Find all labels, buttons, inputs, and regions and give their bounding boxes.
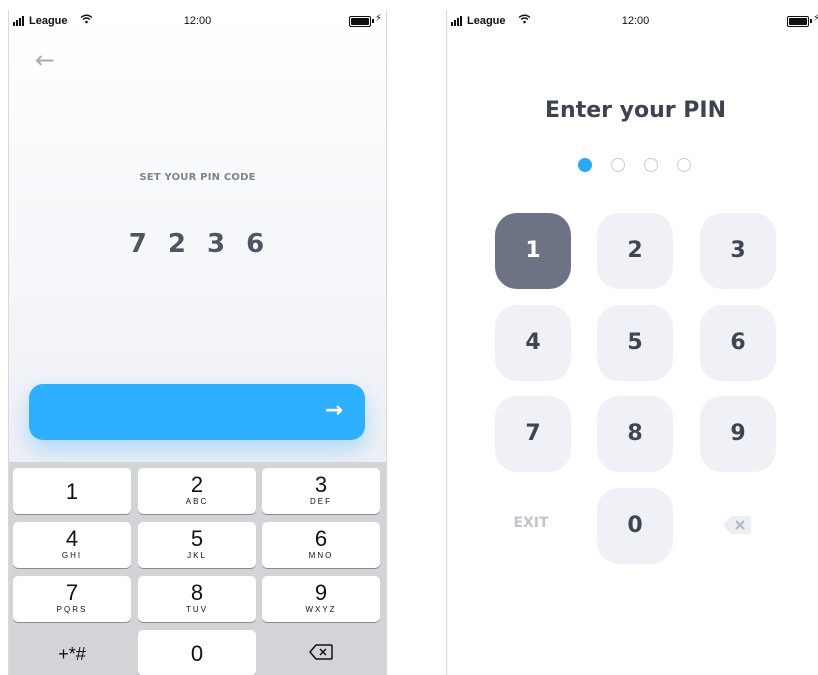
keyboard-key-3[interactable]: 3 DEF	[262, 468, 380, 514]
pin-dot-empty	[677, 158, 691, 172]
arrow-right-icon: →	[324, 398, 343, 423]
pin-key-4[interactable]: 4	[495, 305, 571, 381]
exit-button[interactable]: EXIT	[493, 515, 569, 531]
status-bar: League 12:00 ⚡	[447, 10, 818, 32]
keyboard-key-1[interactable]: 1	[13, 468, 131, 514]
status-time: 12:00	[183, 15, 212, 27]
keyboard-key-8[interactable]: 8 TUV	[138, 576, 256, 622]
keyboard-backspace-key[interactable]	[262, 630, 380, 675]
pin-dot-empty	[644, 158, 658, 172]
status-bar: League 12:00 ⚡	[9, 10, 386, 32]
keyboard-key-0[interactable]: 0	[138, 630, 256, 675]
pin-key-6[interactable]: 6	[700, 305, 776, 381]
pin-dot-filled	[578, 158, 592, 172]
backspace-icon	[722, 516, 752, 540]
keyboard-key-5[interactable]: 5 JKL	[138, 522, 256, 568]
pin-key-3[interactable]: 3	[700, 213, 776, 289]
keyboard-key-9[interactable]: 9 WXYZ	[262, 576, 380, 622]
status-time: 12:00	[621, 15, 650, 27]
keyboard-key-4[interactable]: 4 GHI	[13, 522, 131, 568]
charging-icon: ⚡	[374, 13, 382, 24]
battery-icon	[349, 16, 371, 27]
pin-key-0[interactable]: 0	[597, 488, 673, 564]
set-pin-label: SET YOUR PIN CODE	[139, 172, 256, 183]
pin-key-7[interactable]: 7	[495, 396, 571, 472]
pin-key-8[interactable]: 8	[597, 396, 673, 472]
battery-icon	[787, 16, 809, 27]
backspace-icon	[262, 644, 380, 665]
set-pin-screen: League 12:00 ⚡ ← SET YOUR PIN CODE 7 2 3…	[8, 10, 387, 675]
keyboard-key-2[interactable]: 2 ABC	[138, 468, 256, 514]
back-arrow-icon[interactable]: ←	[35, 48, 55, 72]
page-title: Enter your PIN	[545, 98, 726, 123]
delete-button[interactable]	[722, 514, 752, 536]
keyboard-key-6[interactable]: 6 MNO	[262, 522, 380, 568]
submit-button[interactable]: →	[29, 384, 365, 440]
keyboard-key-symbols[interactable]: +*#	[13, 630, 131, 675]
pin-key-2[interactable]: 2	[597, 213, 673, 289]
charging-icon: ⚡	[813, 13, 818, 24]
enter-pin-screen: League 12:00 ⚡ Enter your PIN 1 2 3 4 5 …	[446, 10, 818, 675]
pin-code-display: 7 2 3 6	[128, 229, 267, 259]
numeric-keyboard: 1 2 ABC 3 DEF 4 GHI 5 JKL 6 MNO 7 PQRS 8…	[9, 462, 386, 675]
pin-key-9[interactable]: 9	[700, 396, 776, 472]
pin-dot-empty	[611, 158, 625, 172]
keyboard-key-7[interactable]: 7 PQRS	[13, 576, 131, 622]
pin-key-5[interactable]: 5	[597, 305, 673, 381]
pin-key-1[interactable]: 1	[495, 213, 571, 289]
